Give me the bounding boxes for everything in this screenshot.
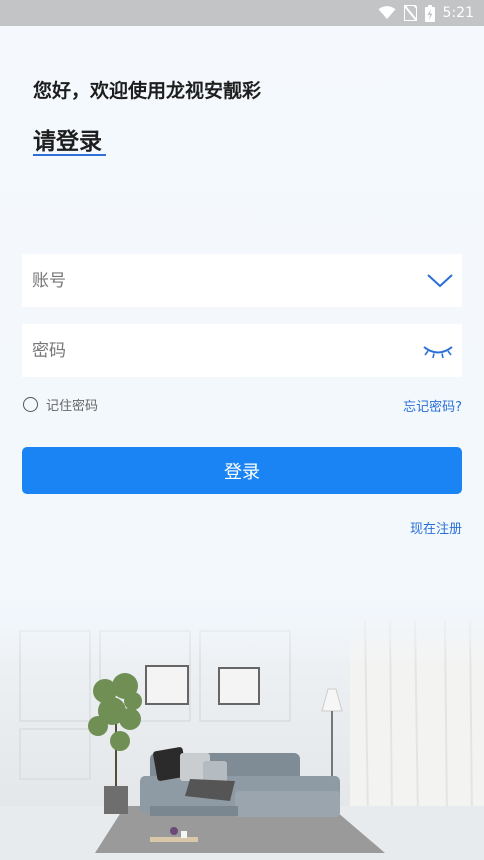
account-field — [22, 254, 462, 307]
wifi-icon — [378, 6, 396, 19]
account-input[interactable] — [32, 254, 412, 307]
chevron-down-icon[interactable] — [426, 268, 454, 296]
register-link[interactable]: 现在注册 — [410, 518, 462, 537]
status-time: 5:21 — [442, 5, 474, 21]
eye-closed-icon[interactable] — [422, 338, 454, 366]
password-field — [22, 324, 462, 377]
password-input[interactable] — [32, 324, 412, 377]
room-illustration — [0, 601, 484, 860]
living-room-image — [0, 601, 484, 860]
login-button[interactable]: 登录 — [22, 447, 462, 494]
no-sim-icon — [403, 5, 417, 21]
page-title: 请登录 — [33, 129, 102, 155]
greeting-text: 您好，欢迎使用龙视安靓彩 — [33, 80, 262, 102]
status-icons: 5:21 — [378, 0, 474, 26]
title-underline — [33, 154, 106, 156]
remember-radio[interactable] — [23, 397, 38, 412]
forgot-password-link[interactable]: 忘记密码? — [403, 396, 462, 415]
remember-label: 记住密码 — [46, 399, 99, 414]
remember-password[interactable]: 记住密码 — [23, 395, 98, 414]
status-bar: 5:21 — [0, 0, 484, 26]
battery-charging-icon — [424, 4, 435, 22]
login-page: 您好，欢迎使用龙视安靓彩 请登录 记住密码 忘记密码? 登录 现在注册 — [0, 26, 484, 860]
